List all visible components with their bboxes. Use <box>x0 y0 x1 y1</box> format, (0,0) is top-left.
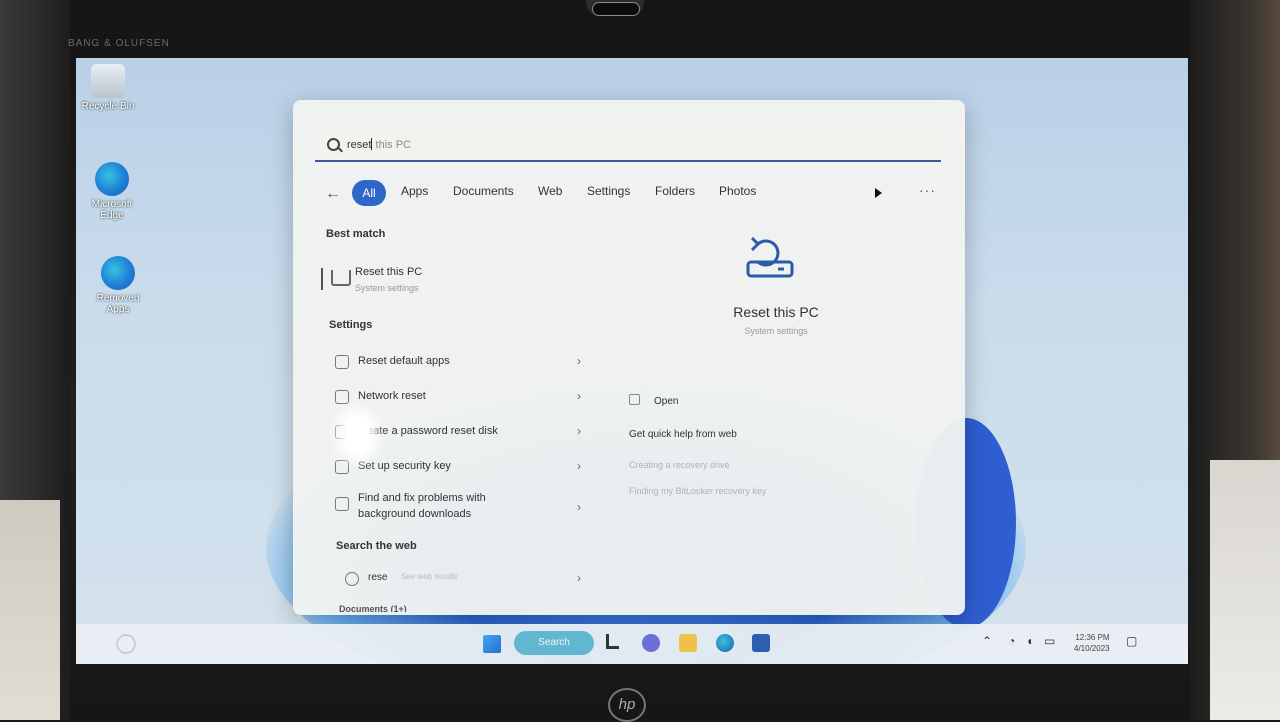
recycle-bin-icon <box>91 64 125 98</box>
quick-help-link[interactable]: Get quick help from web <box>629 429 737 440</box>
chat-icon[interactable] <box>642 634 660 652</box>
widgets-icon[interactable] <box>116 634 136 654</box>
settings-item-label: Find and fix problems with background do… <box>358 492 486 520</box>
hp-logo: hp <box>608 688 646 722</box>
filter-documents[interactable]: Documents <box>453 184 514 198</box>
chevron-right-icon: › <box>577 389 581 403</box>
web-search-hint: See web results <box>401 572 458 581</box>
wifi-icon[interactable]: ◔ <box>1008 634 1015 648</box>
key-icon <box>335 460 349 474</box>
search-query-suggestion: this PC <box>372 139 411 151</box>
selection-indicator <box>321 268 323 290</box>
apps-settings-icon <box>335 355 349 369</box>
search-icon <box>327 138 340 151</box>
chevron-right-icon: › <box>577 424 581 438</box>
settings-item-reset-default-apps[interactable]: Reset default apps › <box>333 348 581 376</box>
edge-icon <box>95 162 129 196</box>
desktop-icon-recycle-bin[interactable]: Recycle Bin <box>76 64 140 112</box>
bezel-brand-text: BANG & OLUFSEN <box>68 38 170 49</box>
clock-date: 4/10/2023 <box>1074 644 1110 653</box>
preview-subtitle: System settings <box>744 326 808 336</box>
search-panel: reset this PC ← All Apps Documents Web S… <box>293 100 965 615</box>
desk-background-right <box>1210 460 1280 720</box>
file-explorer-icon[interactable] <box>679 634 697 652</box>
open-icon <box>629 394 640 405</box>
desktop-icon-label: Microsoft Edge <box>91 199 133 221</box>
filter-apps[interactable]: Apps <box>401 184 428 198</box>
search-query: reset this PC <box>347 138 411 151</box>
chevron-right-icon: › <box>577 459 581 473</box>
task-view-icon[interactable] <box>606 634 619 649</box>
bitlocker-key-link[interactable]: Finding my BitLocker recovery key <box>629 486 767 496</box>
chevron-right-icon: › <box>577 571 581 585</box>
search-input[interactable]: reset this PC <box>315 130 941 162</box>
web-search-item[interactable]: rese See web results › <box>343 565 581 593</box>
desk-background-left <box>0 500 60 720</box>
start-button[interactable] <box>483 635 501 653</box>
filter-settings[interactable]: Settings <box>587 184 630 198</box>
desktop-icon-label: Recycle Bin <box>81 101 135 112</box>
best-match-title: Reset this PC <box>355 266 423 278</box>
play-icon[interactable] <box>875 188 882 198</box>
filter-web[interactable]: Web <box>538 184 562 198</box>
open-action[interactable]: Open <box>629 394 678 407</box>
settings-item-security-key[interactable]: Set up security key › <box>333 453 581 481</box>
open-action-label: Open <box>654 396 679 407</box>
search-web-heading: Search the web <box>336 540 417 552</box>
settings-item-label: Reset default apps <box>358 355 450 367</box>
more-options-icon[interactable]: ··· <box>919 182 936 198</box>
settings-item-password-reset-disk[interactable]: eate a password reset disk › <box>333 418 581 446</box>
settings-item-label: Set up security key <box>358 460 451 472</box>
filter-photos[interactable]: Photos <box>719 184 756 198</box>
web-search-query: rese <box>368 572 388 583</box>
preview-title: Reset this PC <box>733 304 819 320</box>
settings-item-network-reset[interactable]: Network reset › <box>333 383 581 411</box>
reset-pc-large-icon <box>746 236 794 278</box>
notifications-icon[interactable]: ▢ <box>1126 634 1137 648</box>
best-match-item[interactable]: Reset this PC System settings <box>321 262 599 302</box>
battery-icon[interactable]: ▭ <box>1044 634 1055 648</box>
settings-item-background-downloads[interactable]: Find and fix problems with background do… <box>333 490 581 526</box>
store-icon[interactable] <box>752 634 770 652</box>
troubleshoot-icon <box>335 497 349 511</box>
desktop-icon-edge[interactable]: Microsoft Edge <box>80 162 144 221</box>
chevron-up-icon[interactable]: ⌃ <box>982 634 992 648</box>
preview-pane: Reset this PC System settings Open Get q… <box>607 220 945 615</box>
volume-icon[interactable]: ◖ <box>1026 634 1033 648</box>
desktop-icon-label: Removed Apps <box>96 293 140 315</box>
taskbar-search-button[interactable]: Search <box>514 631 594 655</box>
documents-heading: Documents (1+) <box>339 604 407 612</box>
settings-heading: Settings <box>329 319 373 331</box>
search-icon <box>345 572 359 586</box>
settings-item-label: eate a password reset disk <box>367 425 498 437</box>
filter-folders[interactable]: Folders <box>655 184 695 198</box>
chevron-right-icon: › <box>577 354 581 368</box>
recovery-drive-link[interactable]: Creating a recovery drive <box>629 460 730 470</box>
settings-item-label: Network reset <box>358 390 426 402</box>
network-icon <box>335 390 349 404</box>
webcam <box>586 0 644 16</box>
best-match-heading: Best match <box>326 228 386 240</box>
taskbar-clock[interactable]: 12:36 PM 4/10/2023 <box>1074 632 1110 654</box>
taskbar: Search ⌃ ◔ ◖ ▭ 12:36 PM 4/10/2023 ▢ <box>76 624 1188 664</box>
filter-all[interactable]: All <box>352 180 386 206</box>
chevron-right-icon: › <box>577 500 581 514</box>
best-match-subtitle: System settings <box>355 283 419 293</box>
edge-icon[interactable] <box>716 634 734 652</box>
screen: Recycle Bin Microsoft Edge Removed Apps … <box>76 58 1188 664</box>
desktop-icon-removed-apps[interactable]: Removed Apps <box>86 256 150 315</box>
reset-pc-icon <box>331 270 351 286</box>
search-query-typed: reset <box>347 139 372 151</box>
back-arrow-icon[interactable]: ← <box>325 185 341 203</box>
clock-time: 12:36 PM <box>1075 633 1110 642</box>
screen-glare <box>345 416 369 454</box>
edge-icon <box>101 256 135 290</box>
